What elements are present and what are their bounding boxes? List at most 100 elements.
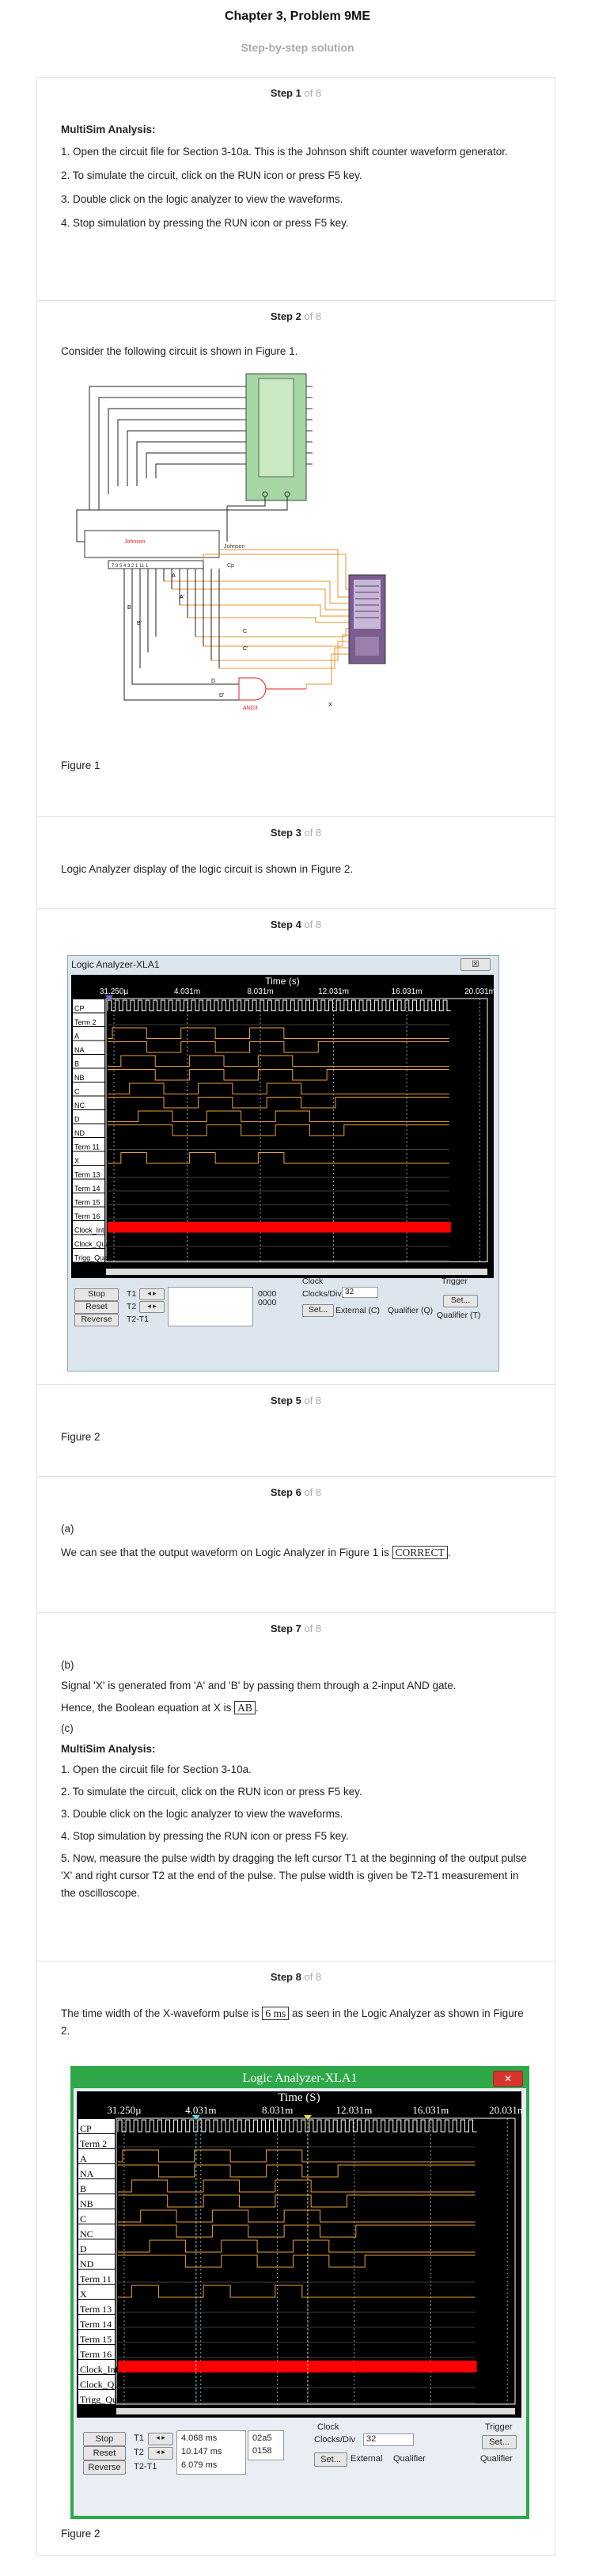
clock-set-button[interactable]: Set...	[314, 2452, 347, 2467]
step-text-end: .	[255, 1702, 259, 1714]
list-item: 3. Double click on the logic analyzer to…	[61, 193, 343, 205]
step-heading: Step 1 of 8	[270, 87, 322, 99]
hex-value-1: 02a5	[252, 2433, 272, 2443]
channel-label: NC	[74, 1102, 85, 1109]
clocks-div-label: Clocks/Div	[314, 2435, 355, 2445]
cursor-t2-label: T2	[127, 1302, 137, 1311]
trigger-qualifier-label: Qualifier (T)	[437, 1311, 481, 1320]
clocks-div-label: Clocks/Div	[302, 1289, 342, 1299]
channel-label: NA	[74, 1046, 85, 1054]
waveform	[108, 1124, 449, 1136]
channel-label: Term 13	[80, 2304, 112, 2315]
time-tick-label: 31.250µ	[100, 987, 129, 996]
svg-text:A: A	[172, 573, 176, 579]
step-text: Consider the following circuit is shown …	[61, 345, 298, 357]
johnson-block	[84, 530, 220, 558]
close-button[interactable]: ☒	[460, 958, 491, 971]
svg-text:7 8 5 4 3 2 1 11 1: 7 8 5 4 3 2 1 11 1	[112, 564, 149, 569]
answer-box: CORRECT	[392, 1546, 448, 1559]
channel-label: Clock_Int	[74, 1227, 104, 1235]
close-button[interactable]: ✕	[493, 2071, 523, 2087]
t1-arrows-button[interactable]: ◂ ▸	[148, 2433, 173, 2445]
waveform	[118, 2254, 476, 2268]
time-tick-label: 12.031m	[336, 2104, 373, 2116]
channel-label: NC	[80, 2228, 93, 2239]
channel-label: Trigg_Qua	[80, 2394, 122, 2405]
list-item: 2. To simulate the circuit, click on the…	[61, 169, 362, 181]
step-text: We can see that the output waveform on L…	[61, 1547, 389, 1558]
waveform	[117, 2119, 477, 2133]
stop-button[interactable]: Stop	[83, 2432, 126, 2446]
channel-label: Term 16	[80, 2349, 112, 2360]
channel-label: A	[80, 2153, 87, 2164]
window-title: Logic Analyzer-XLA1	[71, 959, 160, 970]
t2-arrows-button[interactable]: ◂ ▸	[139, 1301, 165, 1313]
channel-label: CP	[80, 2123, 92, 2134]
reverse-button[interactable]: Reverse	[83, 2460, 126, 2475]
svg-text:Johnson: Johnson	[124, 539, 146, 545]
waveform	[118, 2239, 476, 2253]
channel-label: ND	[80, 2258, 94, 2270]
clock-bar	[108, 1222, 451, 1233]
list-item: 5. Now, measure the pulse width by dragg…	[61, 1852, 527, 1899]
trigger-label: Trigger	[442, 1277, 468, 1286]
svg-text:X: X	[328, 702, 332, 708]
page-title: Chapter 3, Problem 9ME	[224, 10, 371, 23]
svg-text:C': C'	[243, 646, 248, 652]
step-5: Step 5 of 8 Figure 2	[36, 1384, 555, 1476]
waveform-screen: Time (S) 31.250µ 4.031m 8.031m 12.031m 16.031…	[77, 2091, 525, 2418]
svg-text:Johnson: Johnson	[224, 544, 245, 550]
page-subtitle: Step-by-step solution	[241, 41, 354, 54]
channel-label: D	[80, 2243, 87, 2254]
horizontal-scrollbar	[116, 2408, 515, 2414]
channel-label: Term 2	[80, 2138, 107, 2149]
step-7: Step 7 of 8 (b) Signal 'X' is generated …	[36, 1612, 555, 1961]
cursor-t1-label: T1	[127, 1289, 137, 1299]
channel-label: X	[74, 1157, 79, 1165]
part-label: (b)	[61, 1659, 74, 1671]
list-item: 3. Double click on the logic analyzer to…	[61, 1808, 343, 1820]
waveform	[108, 1083, 449, 1094]
reset-button[interactable]: Reset	[83, 2446, 126, 2460]
channel-label: A	[74, 1033, 79, 1041]
step-6: Step 6 of 8 (a) We can see that the outp…	[36, 1476, 555, 1612]
step-heading: Step 6 of 8	[270, 1486, 322, 1498]
time-axis-label: Time (s)	[265, 976, 300, 987]
waveform-plot: Time (S) 31.250µ 4.031m 8.031m 12.031m 16.031…	[78, 2091, 525, 2414]
svg-text:D': D'	[219, 693, 224, 698]
clocks-div-input[interactable]: 32	[363, 2433, 414, 2446]
reverse-button[interactable]: Reverse	[74, 1314, 119, 1326]
t2-arrows-button[interactable]: ◂ ▸	[148, 2447, 173, 2460]
time-tick-label: 16.031m	[412, 2104, 449, 2116]
list-item: 1. Open the circuit file for Section 3-1…	[61, 1764, 252, 1775]
and-gate	[238, 677, 267, 701]
step-heading: Step 7 of 8	[270, 1623, 322, 1634]
trigger-set-button[interactable]: Set...	[482, 2435, 517, 2449]
cursor-t2-marker	[303, 2115, 312, 2120]
waveform	[118, 2164, 476, 2178]
clock-bar	[118, 2361, 477, 2372]
waveform	[108, 1152, 449, 1164]
step-text-end: .	[447, 1547, 451, 1558]
list-item: 2. To simulate the circuit, click on the…	[61, 1786, 362, 1798]
waveform	[108, 1110, 449, 1122]
analysis-heading: MultiSim Analysis:	[61, 124, 156, 135]
time-tick-label: 20.031m	[489, 2104, 521, 2116]
t21-time: 6.079 ms	[181, 2460, 218, 2470]
time-tick-label: 8.031m	[262, 2104, 293, 2116]
channel-label: Term 14	[74, 1185, 100, 1193]
qualifier-label: Qualifier (Q)	[388, 1306, 434, 1315]
time-tick-label: 16.031m	[392, 987, 423, 996]
channel-label: B	[74, 1060, 79, 1068]
external-label: External	[351, 2454, 383, 2464]
svg-text:Cp: Cp	[227, 563, 234, 569]
trigger-set-button[interactable]: Set...	[443, 1295, 478, 1307]
reset-button[interactable]: Reset	[74, 1301, 119, 1314]
t2-time: 10.147 ms	[181, 2447, 222, 2456]
clock-set-button[interactable]: Set...	[302, 1304, 334, 1317]
stop-button[interactable]: Stop	[74, 1288, 119, 1301]
clocks-div-input[interactable]: 32	[342, 1287, 378, 1298]
channel-label: CP	[74, 1005, 85, 1013]
t1-arrows-button[interactable]: ◂ ▸	[139, 1288, 165, 1300]
qualifier-label: Qualifier	[393, 2454, 426, 2464]
